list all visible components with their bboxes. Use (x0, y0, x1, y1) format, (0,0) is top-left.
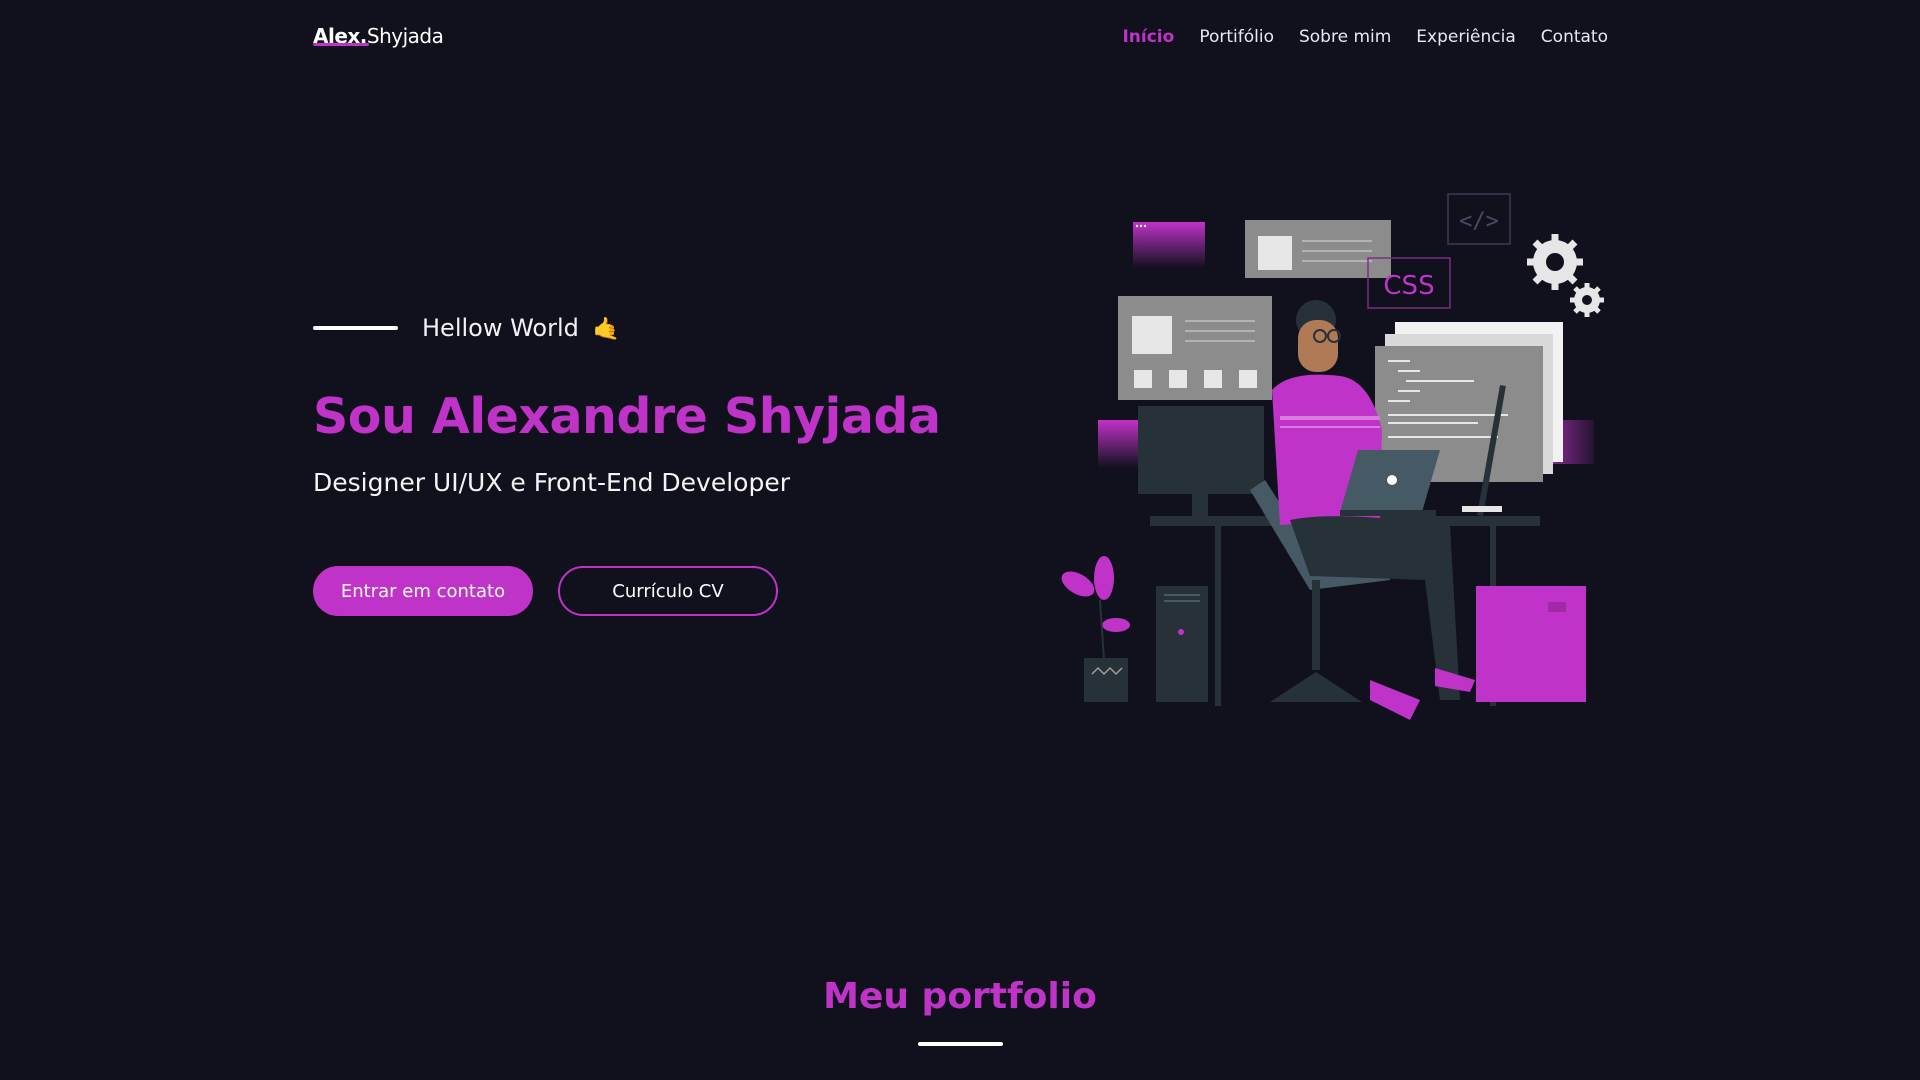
gear-icon (1527, 234, 1604, 317)
greeting-text: Hellow World (422, 314, 579, 342)
page: Alex. Shyjada Início Portifólio Sobre mim… (0, 0, 1920, 1080)
resume-cv-button[interactable]: Currículo CV (558, 566, 778, 616)
site-logo[interactable]: Alex. Shyjada (313, 24, 444, 48)
nav-item-experiencia[interactable]: Experiência (1416, 27, 1516, 47)
nav-item-inicio[interactable]: Início (1122, 27, 1174, 47)
portfolio-section-title: Meu portfolio (823, 976, 1097, 1017)
logo-last-name: Shyjada (366, 24, 444, 48)
hero-greeting: Hellow World 🤙 (313, 314, 620, 342)
nav-item-contato[interactable]: Contato (1541, 27, 1608, 47)
call-me-hand-icon: 🤙 (592, 317, 620, 342)
contact-button[interactable]: Entrar em contato (313, 566, 533, 616)
nav-item-portifolio[interactable]: Portifólio (1199, 27, 1274, 47)
hero-title: Sou Alexandre Shyjada (313, 388, 941, 445)
developer-at-desk-illustration: </> CSS (1061, 193, 1604, 720)
main-nav: Início Portifólio Sobre mim Experiência … (1122, 27, 1608, 47)
portfolio-title-underline (918, 1042, 1003, 1046)
hero-subtitle: Designer UI/UX e Front-End Developer (313, 468, 791, 497)
logo-first-name: Alex. (313, 24, 369, 48)
greeting-divider (313, 326, 398, 330)
css-label: CSS (1383, 271, 1434, 301)
code-tag-icon: </> (1459, 209, 1499, 234)
nav-item-sobre-mim[interactable]: Sobre mim (1299, 27, 1391, 47)
